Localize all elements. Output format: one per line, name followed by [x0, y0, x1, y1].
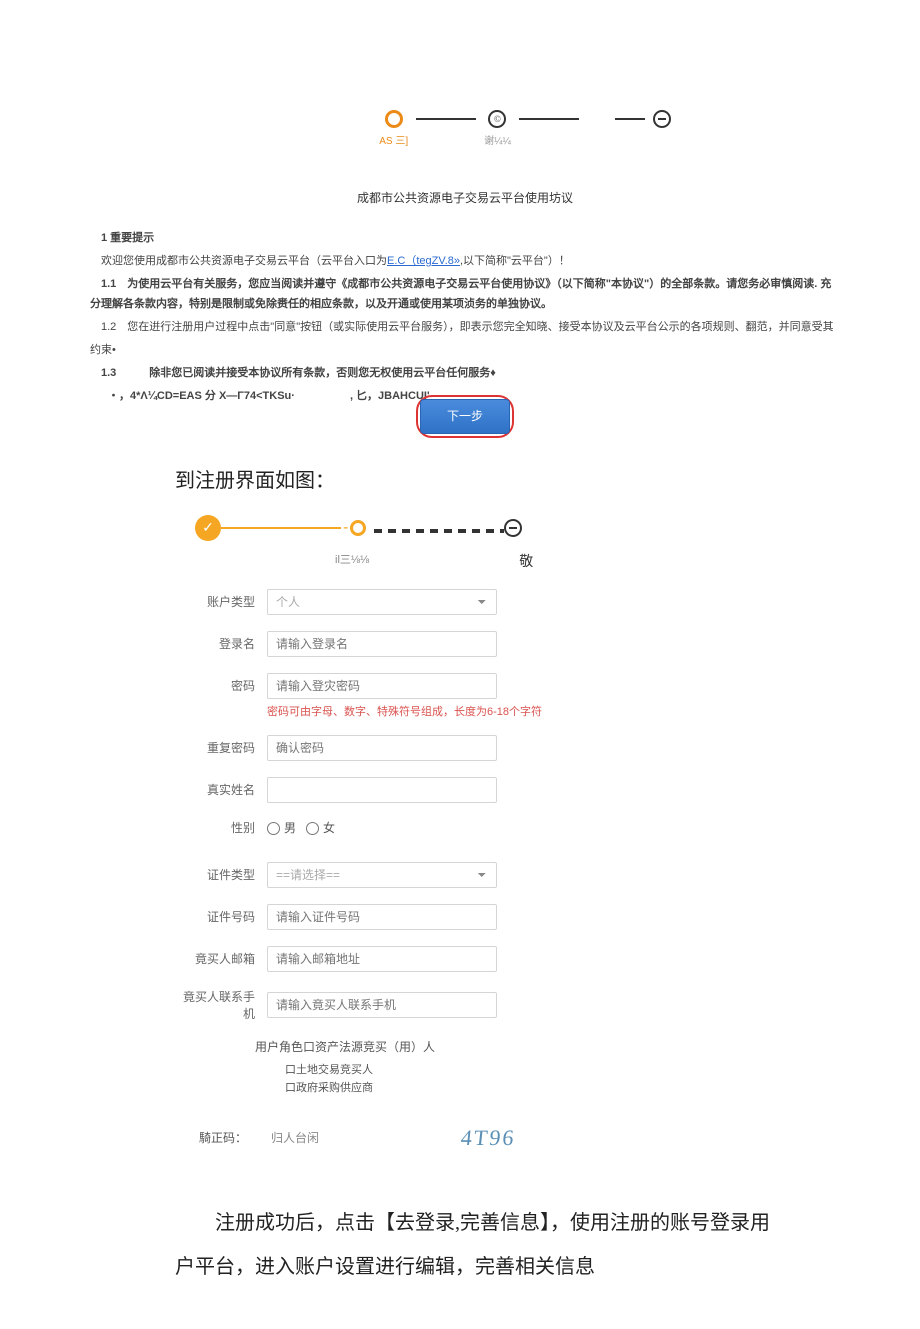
- bottom-line1: 注册成功后，点击【去登录,完善信息】，使用注册的账号登录用: [215, 1212, 770, 1234]
- agreement-link[interactable]: E.C（tegZV.8»: [387, 255, 460, 267]
- section-heading: 到注册界面如图：: [175, 464, 860, 493]
- id-no-input[interactable]: [267, 904, 497, 930]
- label-gender: 性别: [175, 819, 267, 836]
- step1-circle-icon: [385, 110, 403, 128]
- row-id-no: 证件号码: [175, 904, 575, 930]
- captcha-value: 归人台闲: [271, 1129, 371, 1146]
- agreement-p12b: 约束•: [90, 340, 840, 361]
- top-stepper: AS 三] © 谢¼¼: [190, 110, 860, 147]
- registration-form: ✓ - il三⅛⅛ 敬 账户类型 个人 登录名 密码 密码可由字⺟、数字、特殊符…: [175, 515, 575, 1151]
- roles-block: 用户角色口资产法源竞买（用）人 口土地交易竞买人 口政府采购供应商: [255, 1038, 575, 1095]
- next-button[interactable]: 下一步: [420, 399, 510, 434]
- id-type-select[interactable]: ==请选择==: [267, 862, 497, 888]
- label-email: 竟买人邮箱: [175, 950, 267, 967]
- agreement-p1b: ,以下简称"云平台"）！: [460, 255, 570, 267]
- row-account-type: 账户类型 个人: [175, 589, 575, 615]
- form-stepper: ✓ -: [175, 515, 575, 541]
- role-option-gov[interactable]: 口政府采购供应商: [285, 1079, 575, 1095]
- row-real-name: 真实姓名: [175, 777, 575, 803]
- label-id-type: 证件类型: [175, 866, 267, 883]
- step1-node: AS 三]: [379, 110, 408, 147]
- agreement-p1a: 欢迎您使用成都市公共资源电子交易云平台（云平台入口为: [101, 255, 387, 267]
- phone-input[interactable]: [267, 992, 497, 1018]
- account-type-select[interactable]: 个人: [267, 589, 497, 615]
- step2-node: © 谢¼¼: [484, 110, 511, 147]
- step2-label: 谢¼¼: [484, 132, 511, 147]
- row-login-name: 登录名: [175, 631, 575, 657]
- agreement-p11: 1.1 为使用云平台有关服务，您应当阅读并遵守《成都市公共资源电子交易云平台使用…: [90, 274, 840, 316]
- captcha-code: 4T96: [460, 1125, 517, 1151]
- next-button-highlight: 下一步: [416, 395, 514, 438]
- agreement-title: 成都市公共资源电子交易云平台使用坊议: [90, 187, 840, 210]
- label-captcha: 騎正码：: [199, 1129, 271, 1146]
- step2-circle-icon: ©: [488, 110, 506, 128]
- stepper-line: [416, 118, 476, 120]
- gender-male-option[interactable]: 男: [267, 821, 296, 835]
- row-captcha: 騎正码： 归人台闲 4T96: [199, 1125, 575, 1151]
- stepper-line: [519, 118, 579, 120]
- bottom-line2: 户平台，进入账户设置进行编辑，完善相关信息: [175, 1256, 595, 1278]
- password-hint: 密码可由字⺟、数字、特殊符号组成，长度为6-18个字符: [267, 703, 575, 719]
- row-id-type: 证件类型 ==请选择==: [175, 862, 575, 888]
- login-name-input[interactable]: [267, 631, 497, 657]
- agreement-block: 成都市公共资源电子交易云平台使用坊议 1 重要提示 欢迎您使用成都市公共资源电子…: [90, 187, 840, 438]
- step2-label-mid: il三⅛⅛: [335, 551, 369, 571]
- gender-female-option[interactable]: 女: [306, 821, 335, 835]
- step2-circle-icon: [350, 520, 366, 536]
- gender-female-radio[interactable]: [306, 822, 319, 835]
- agreement-p13: 1.3 除非您已阅读并接受本协议所有条款，否则您无权使用云平台任何服务♦: [90, 363, 840, 384]
- label-repassword: 重复密码: [175, 739, 267, 756]
- label-real-name: 真实姓名: [175, 781, 267, 798]
- label-login-name: 登录名: [175, 635, 267, 652]
- gender-male-radio[interactable]: [267, 822, 280, 835]
- agreement-sec1: 1 重要提示: [90, 228, 840, 249]
- dash-icon: -: [343, 519, 348, 537]
- label-id-no: 证件号码: [175, 908, 267, 925]
- step3-minus-icon: [504, 519, 522, 537]
- step1-check-icon: ✓: [195, 515, 221, 541]
- row-email: 竟买人邮箱: [175, 946, 575, 972]
- step1-label: AS 三]: [379, 132, 408, 147]
- real-name-input[interactable]: [267, 777, 497, 803]
- agreement-p12a: 1.2 您在逬行注册用户过程中点击"同意"按钮（或实际使用云平台服务），即表示您…: [90, 317, 840, 338]
- password-input[interactable]: [267, 673, 497, 699]
- label-password: 密码: [175, 673, 267, 694]
- stepper-dash: [221, 527, 341, 529]
- stepper-dashes: [374, 529, 504, 533]
- row-password: 密码 密码可由字⺟、数字、特殊符号组成，长度为6-18个字符: [175, 673, 575, 719]
- roles-head: 用户角色口资产法源竞买（用）人: [255, 1038, 575, 1055]
- label-account-type: 账户类型: [175, 593, 267, 610]
- form-stepper-labels: il三⅛⅛ 敬: [175, 551, 575, 571]
- row-phone: 竟买人联系手机: [175, 988, 575, 1022]
- email-input[interactable]: [267, 946, 497, 972]
- label-phone: 竟买人联系手机: [175, 988, 267, 1022]
- bottom-paragraph: 注册成功后，点击【去登录,完善信息】，使用注册的账号登录用 户平台，进入账户设置…: [175, 1201, 800, 1289]
- step2-label-end: 敬: [519, 551, 533, 571]
- repassword-input[interactable]: [267, 735, 497, 761]
- row-repassword: 重复密码: [175, 735, 575, 761]
- role-option-land[interactable]: 口土地交易竞买人: [285, 1061, 575, 1077]
- row-gender: 性别 男 女: [175, 819, 575, 836]
- agreement-p1: 欢迎您使用成都市公共资源电子交易云平台（云平台入口为E.C（tegZV.8»,以…: [90, 251, 840, 272]
- step3-circle-icon: [653, 110, 671, 128]
- stepper-line: [615, 118, 645, 120]
